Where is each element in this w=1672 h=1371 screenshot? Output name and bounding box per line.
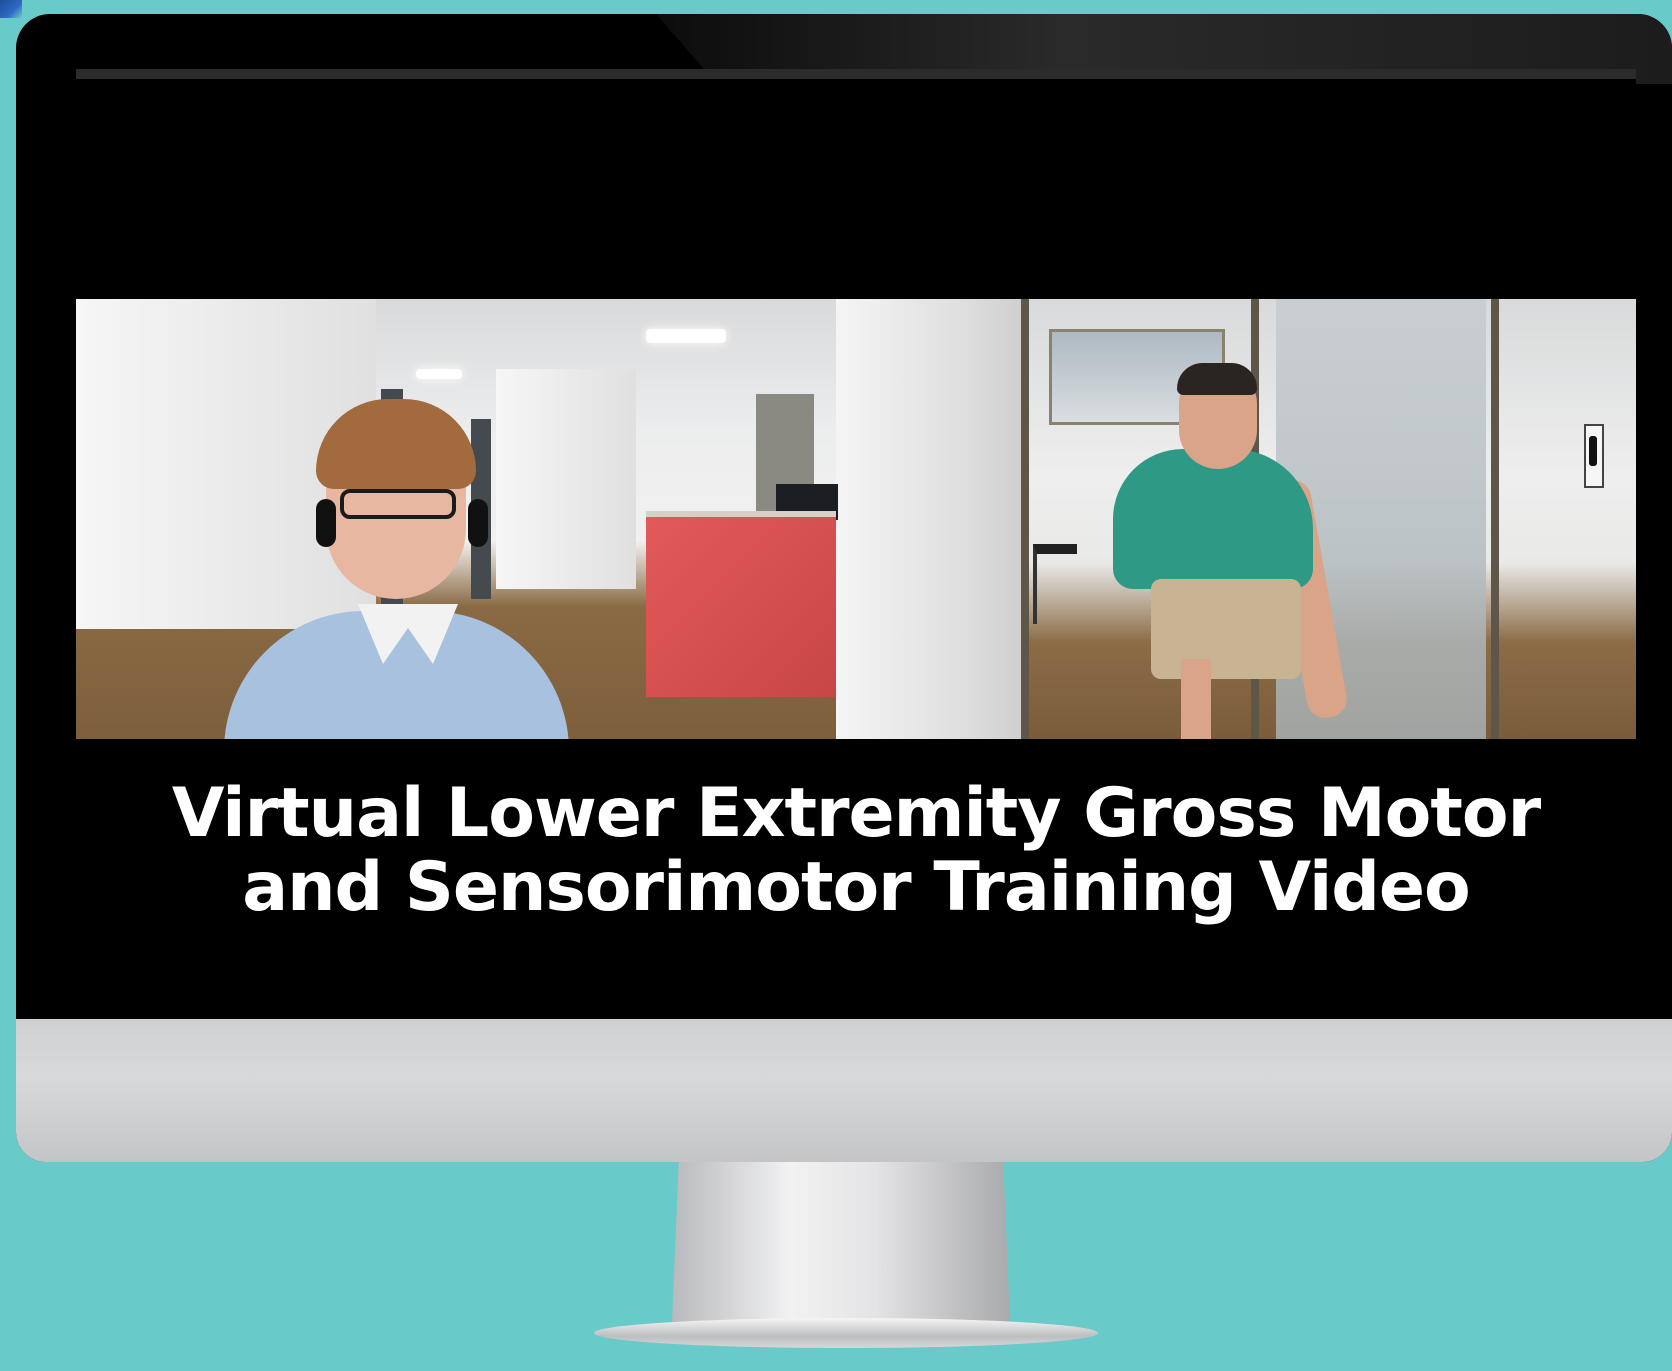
glasses-icon bbox=[340, 489, 456, 519]
monitor: Virtual Lower Extremity Gross Motor and … bbox=[16, 14, 1672, 1162]
monitor-stand bbox=[672, 1162, 1010, 1322]
door-frame bbox=[1021, 299, 1029, 739]
monitor-stand-base bbox=[594, 1318, 1098, 1348]
wall-device-icon bbox=[1584, 424, 1604, 488]
ceiling-light bbox=[416, 369, 462, 379]
headset-icon bbox=[316, 499, 336, 547]
wall bbox=[496, 369, 636, 589]
video-title-line-2: and Sensorimotor Training Video bbox=[242, 848, 1471, 927]
screen-top-bar bbox=[76, 69, 1636, 79]
video-screen[interactable]: Virtual Lower Extremity Gross Motor and … bbox=[76, 79, 1636, 1019]
video-title-line-1: Virtual Lower Extremity Gross Motor bbox=[171, 774, 1541, 853]
logo-corner-icon bbox=[0, 0, 22, 18]
video-call-strip[interactable] bbox=[76, 299, 1636, 739]
participant-video-left[interactable] bbox=[76, 299, 1021, 739]
participant-right-shirt bbox=[1113, 449, 1313, 589]
reception-desk bbox=[646, 511, 836, 697]
participant-right-leg bbox=[1181, 659, 1211, 739]
stool bbox=[1033, 544, 1077, 624]
pillar bbox=[836, 299, 1021, 739]
ceiling-light bbox=[646, 329, 726, 343]
headset-icon bbox=[468, 499, 488, 547]
door-frame bbox=[1491, 299, 1499, 739]
monitor-chin bbox=[16, 1019, 1672, 1162]
participant-video-right[interactable] bbox=[1021, 299, 1636, 739]
video-title: Virtual Lower Extremity Gross Motor and … bbox=[76, 777, 1636, 925]
participant-right-shorts bbox=[1151, 579, 1301, 679]
participant-right-hair bbox=[1177, 363, 1257, 395]
